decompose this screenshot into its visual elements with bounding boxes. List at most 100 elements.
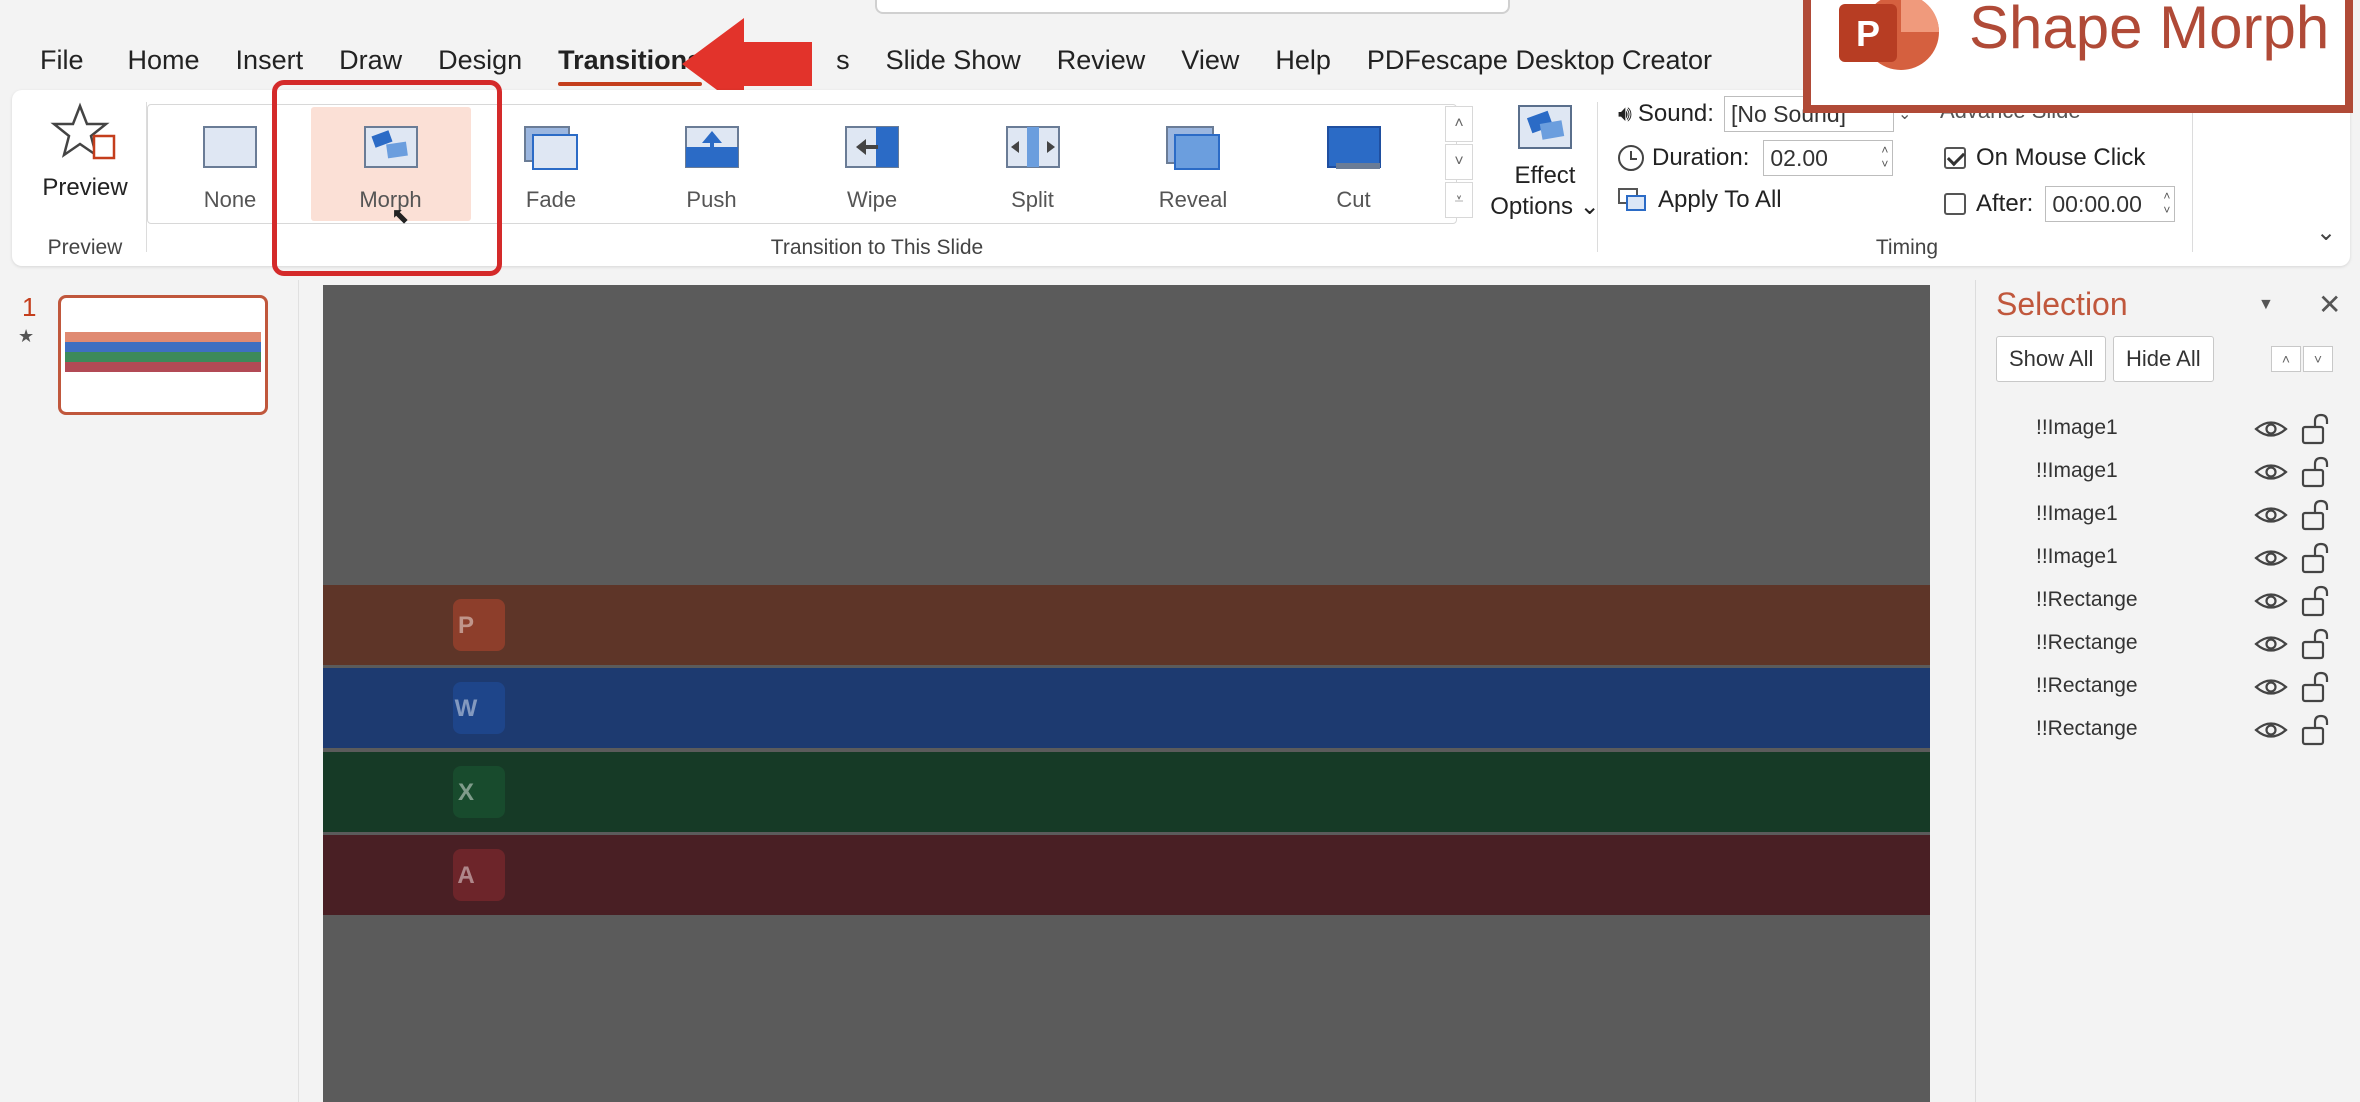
slide-band-p[interactable]: P [323, 585, 1930, 665]
transition-label: Wipe [846, 187, 898, 212]
slide-canvas[interactable]: P W X A [323, 285, 1930, 1102]
unlock-icon[interactable] [2300, 541, 2334, 575]
clock-icon [1618, 145, 1644, 171]
duration-row: Duration: 02.00 ˄ ˅ [1618, 140, 1894, 176]
eye-icon[interactable] [2254, 588, 2288, 614]
after-checkbox[interactable] [1944, 193, 1966, 215]
pane-divider [298, 280, 299, 1102]
selection-item[interactable]: !!Image1 [1976, 451, 2360, 494]
eye-icon[interactable] [2254, 502, 2288, 528]
group-separator [2192, 102, 2193, 252]
tab-pdfescape-desktop-creator[interactable]: PDFescape Desktop Creator [1349, 38, 1730, 82]
selection-item[interactable]: !!Rectange [1976, 666, 2360, 709]
selection-item-name: !!Image1 [2036, 502, 2118, 525]
selection-item[interactable]: !!Image1 [1976, 494, 2360, 537]
transition-reveal[interactable]: Reveal [1113, 107, 1273, 221]
slide-band-a[interactable]: A [323, 835, 1930, 915]
duration-spinner[interactable]: ˄ ˅ [1881, 143, 1888, 171]
speaker-icon: 🔊︎ [1618, 101, 1632, 126]
close-icon[interactable]: ✕ [2318, 288, 2341, 321]
show-all-button[interactable]: Show All [1996, 336, 2107, 382]
shape-morph-title: Shape Morph [1969, 0, 2330, 61]
selection-item[interactable]: !!Image1 [1976, 408, 2360, 451]
transition-push[interactable]: Push [632, 107, 792, 221]
selection-item[interactable]: !!Rectange [1976, 709, 2360, 752]
unlock-icon[interactable] [2300, 670, 2334, 704]
unlock-icon[interactable] [2300, 455, 2334, 489]
eye-icon[interactable] [2254, 674, 2288, 700]
duration-input[interactable]: 02.00 ˄ ˅ [1763, 140, 1894, 176]
tab-draw[interactable]: Draw [321, 38, 420, 82]
tab-view[interactable]: View [1163, 38, 1257, 82]
bring-forward-button[interactable]: ˄ [2271, 346, 2301, 372]
selection-item-name: !!Rectange [2036, 631, 2138, 654]
slide-band-x[interactable]: X [323, 752, 1930, 832]
selection-pane: Selection ▼ ✕ Show All Hide All ˄ ˅ !!Im… [1975, 280, 2360, 1102]
ribbon-tabs: File Home Insert Draw Design Transitions s Slid… [0, 38, 1730, 86]
on-mouse-click-checkbox[interactable] [1944, 147, 1966, 169]
transition-fade[interactable]: Fade [471, 107, 631, 221]
transition-star-icon: ★ [18, 326, 35, 346]
transition-wipe[interactable]: Wipe [792, 107, 952, 221]
transition-label: Cut [1336, 187, 1371, 212]
selection-item-name: !!Rectange [2036, 588, 2138, 611]
slide-band-w[interactable]: W [323, 668, 1930, 748]
transition-none[interactable]: None [150, 107, 310, 221]
tab-review[interactable]: Review [1039, 38, 1164, 82]
group-separator [1597, 102, 1598, 252]
slide-thumbnail[interactable] [58, 295, 268, 415]
reveal-transition-icon [1166, 126, 1220, 170]
effect-options-button[interactable]: Effect Options ⌄ [1490, 102, 1600, 242]
selection-item[interactable]: !!Image1 [1976, 537, 2360, 580]
gallery-scroll-down[interactable]: ˅ [1445, 144, 1473, 180]
after-input[interactable]: 00:00.00 ˄ ˅ [2045, 186, 2176, 222]
slide-number: 1 [22, 292, 37, 322]
duration-label: Duration: [1652, 144, 1750, 171]
tab-help[interactable]: Help [1257, 38, 1349, 82]
svg-text:P: P [1856, 13, 1880, 54]
apply-all-button[interactable]: Apply To All [1618, 186, 1782, 214]
selection-list: !!Image1 !!Image1 !!Image1 !!Image1 !!Rectan… [1976, 408, 2360, 752]
unlock-icon[interactable] [2300, 498, 2334, 532]
unlock-icon[interactable] [2300, 627, 2334, 661]
gallery-more[interactable]: ⩡ [1445, 182, 1473, 218]
morph-transition-icon [363, 126, 418, 168]
selection-item-name: !!Rectange [2036, 674, 2138, 697]
hide-all-button[interactable]: Hide All [2113, 336, 2214, 382]
pane-options-icon[interactable]: ▼ [2258, 296, 2274, 314]
eye-icon[interactable] [2254, 416, 2288, 442]
sound-label: Sound: [1637, 100, 1714, 127]
send-backward-button[interactable]: ˅ [2303, 346, 2333, 372]
preview-button[interactable]: Preview [30, 102, 140, 232]
transitions-group-label: Transition to This Slide [770, 236, 984, 259]
ribbon-collapse-icon[interactable]: ⌄ [2316, 218, 2336, 247]
selection-item[interactable]: !!Rectange [1976, 580, 2360, 623]
gallery-scroll-up[interactable]: ˄ [1445, 106, 1473, 142]
tab-design[interactable]: Design [420, 38, 540, 82]
on-mouse-click-label: On Mouse Click [1976, 144, 2146, 171]
unlock-icon[interactable] [2300, 584, 2334, 618]
transition-split[interactable]: Split [953, 107, 1113, 221]
tab-insert[interactable]: Insert [218, 38, 322, 82]
tab-home[interactable]: Home [110, 38, 218, 82]
tab-slide-show[interactable]: Slide Show [868, 38, 1039, 82]
selection-item-name: !!Image1 [2036, 459, 2118, 482]
none-transition-icon [203, 126, 257, 168]
after-spinner[interactable]: ˄ ˅ [2163, 189, 2170, 217]
apply-all-label: Apply To All [1658, 186, 1782, 213]
search-box[interactable] [875, 0, 1510, 14]
eye-icon[interactable] [2254, 717, 2288, 743]
tab-file[interactable]: File [0, 38, 110, 82]
eye-icon[interactable] [2254, 545, 2288, 571]
selection-item[interactable]: !!Rectange [1976, 623, 2360, 666]
transition-cut[interactable]: Cut [1274, 107, 1434, 221]
transition-label: Split [1011, 187, 1054, 212]
eye-icon[interactable] [2254, 631, 2288, 657]
app-logo-icon: P [457, 612, 474, 639]
eye-icon[interactable] [2254, 459, 2288, 485]
after-label: After: [1976, 190, 2034, 217]
transition-label: None [203, 187, 257, 212]
unlock-icon[interactable] [2300, 713, 2334, 747]
on-mouse-click-row[interactable]: On Mouse Click [1944, 144, 2145, 172]
unlock-icon[interactable] [2300, 412, 2334, 446]
